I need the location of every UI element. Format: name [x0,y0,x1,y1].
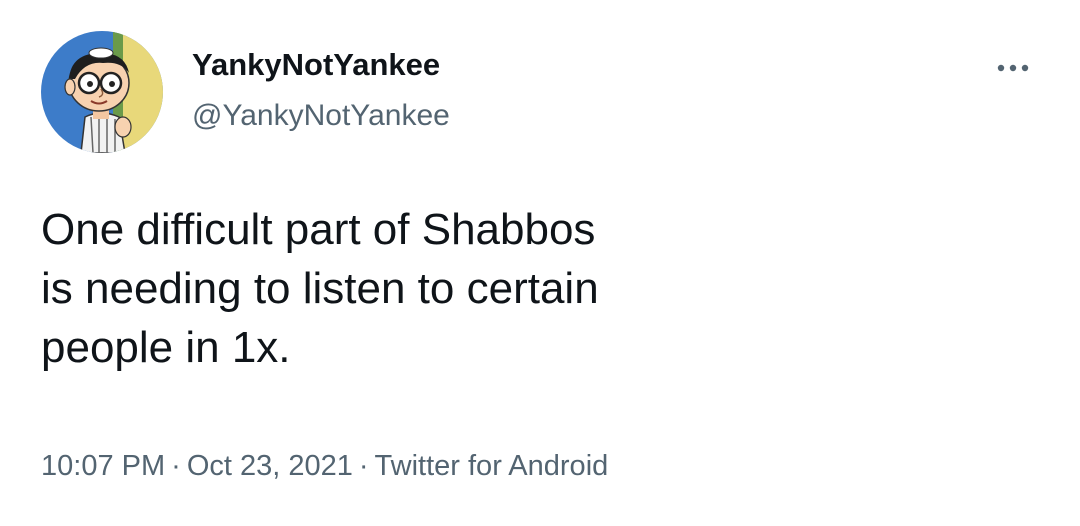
user-avatar[interactable] [41,31,163,153]
more-horizontal-icon [997,64,1029,72]
tweet-date[interactable]: Oct 23, 2021 [187,450,353,482]
meta-separator: · [358,450,369,482]
tweet-text: One difficult part of Shabbos is needing… [41,205,599,372]
user-handle[interactable]: @YankyNotYankee [192,96,450,136]
tweet-source[interactable]: Twitter for Android [375,450,609,482]
tweet-metadata: 10:07 PM · Oct 23, 2021 · Twitter for Androi… [41,446,608,486]
tweet-card: YankyNotYankee @YankyNotYankee One diffi… [0,0,1080,526]
display-name[interactable]: YankyNotYankee [192,45,440,85]
tweet-time[interactable]: 10:07 PM [41,450,165,482]
cartoon-boy-with-glasses-avatar-icon [41,31,163,153]
meta-separator: · [171,450,181,482]
more-options-button[interactable] [990,48,1040,88]
